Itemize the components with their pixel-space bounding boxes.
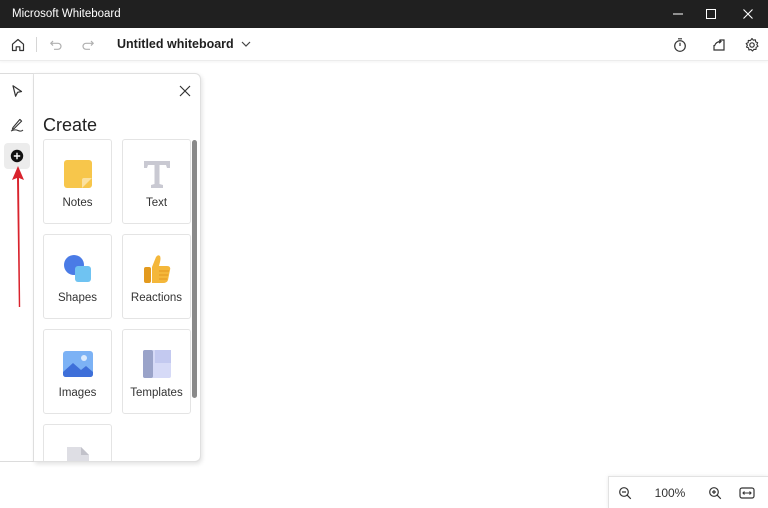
card-label: Reactions xyxy=(130,292,183,304)
fit-to-screen-button[interactable] xyxy=(733,477,761,508)
settings-button[interactable] xyxy=(738,28,766,61)
top-toolbar: Untitled whiteboard xyxy=(0,28,768,61)
shapes-icon xyxy=(64,255,91,282)
card-label: Shapes xyxy=(57,292,97,304)
templates-card[interactable]: Templates xyxy=(122,329,191,414)
panel-title: Create xyxy=(43,115,98,135)
title-bar: Microsoft Whiteboard xyxy=(0,0,768,28)
notes-card[interactable]: Notes xyxy=(43,139,112,224)
card-label: Templates xyxy=(130,387,183,399)
timer-icon xyxy=(674,37,686,52)
templates-icon xyxy=(143,350,171,378)
whiteboard-title: Untitled whiteboard xyxy=(117,37,234,51)
timer-button[interactable] xyxy=(666,28,694,61)
redo-icon xyxy=(82,40,95,50)
undo-button[interactable] xyxy=(42,28,70,61)
shapes-card[interactable]: Shapes xyxy=(43,234,112,319)
settings-icon xyxy=(745,37,759,52)
zoom-out-button[interactable] xyxy=(611,477,639,508)
fit-to-screen-icon xyxy=(739,487,755,499)
close-icon xyxy=(179,85,191,97)
pen-icon xyxy=(10,118,24,132)
thumbs-up-icon xyxy=(144,255,171,283)
document-icon xyxy=(67,447,89,461)
maximize-button[interactable] xyxy=(691,0,731,28)
document-card[interactable] xyxy=(43,424,112,461)
sticky-note-icon xyxy=(64,160,92,188)
toolbar-separator xyxy=(36,37,37,52)
card-label: Text xyxy=(145,197,168,209)
card-label: Images xyxy=(58,387,97,399)
zoom-controls: 100% xyxy=(608,476,768,508)
reactions-card[interactable]: Reactions xyxy=(122,234,191,319)
zoom-level: 100% xyxy=(654,486,686,500)
chevron-down-icon xyxy=(241,41,251,47)
select-icon xyxy=(12,85,23,97)
pen-tool-button[interactable] xyxy=(4,111,30,137)
add-icon xyxy=(10,149,24,163)
home-button[interactable] xyxy=(4,28,32,61)
close-button[interactable] xyxy=(728,0,768,28)
card-label: Notes xyxy=(62,197,93,209)
panel-close-button[interactable] xyxy=(176,82,194,100)
annotation-arrow xyxy=(12,166,24,307)
share-icon xyxy=(713,38,725,51)
whiteboard-title-button[interactable]: Untitled whiteboard xyxy=(117,37,252,51)
text-icon xyxy=(144,161,170,188)
minimize-icon xyxy=(673,13,683,15)
share-button[interactable] xyxy=(705,28,733,61)
image-icon xyxy=(63,351,93,377)
zoom-in-button[interactable] xyxy=(701,477,729,508)
text-card[interactable]: Text xyxy=(122,139,191,224)
select-tool-button[interactable] xyxy=(4,78,30,104)
create-panel: Create Notes Text Shapes Reactions Image… xyxy=(34,73,201,462)
zoom-out-icon xyxy=(619,487,632,500)
zoom-in-icon xyxy=(709,487,722,500)
close-icon xyxy=(743,9,753,19)
redo-button[interactable] xyxy=(74,28,102,61)
panel-scrollbar[interactable] xyxy=(192,140,197,398)
undo-icon xyxy=(49,40,62,50)
maximize-icon xyxy=(706,9,716,19)
images-card[interactable]: Images xyxy=(43,329,112,414)
window-title: Microsoft Whiteboard xyxy=(12,8,121,20)
home-icon xyxy=(11,38,25,51)
